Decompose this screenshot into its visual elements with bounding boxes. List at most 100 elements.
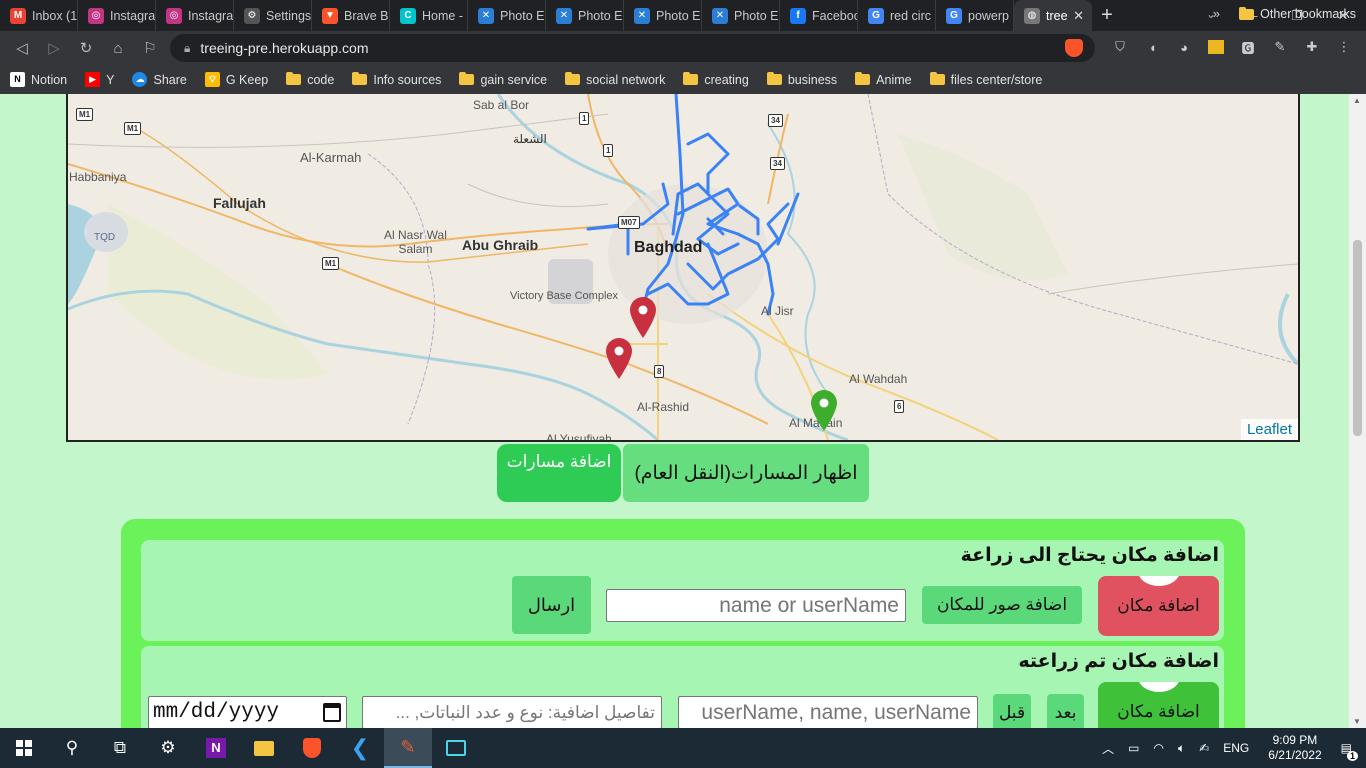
home-icon[interactable]: ⌂ <box>102 32 134 64</box>
tab-11[interactable]: Gred circ <box>858 0 936 31</box>
other-bookmarks[interactable]: Other bookmarks <box>1239 6 1356 21</box>
places-panel: اضافة مكان يحتاج الى زراعة اضافة مكان اض… <box>121 519 1245 728</box>
bookmark-3[interactable]: 💡︎ G Keep <box>204 72 268 87</box>
map-label-al-yousifiyah: Al Yusufiyah <box>546 432 612 442</box>
reload-icon[interactable]: ↻ <box>70 32 102 64</box>
search-icon[interactable]: ⚲ <box>48 728 96 768</box>
file-explorer-icon[interactable] <box>240 728 288 768</box>
map-label-habbaniya: Habbaniya <box>69 170 127 184</box>
forward-icon[interactable]: ▷ <box>38 32 70 64</box>
bookmark-8[interactable]: creating <box>683 72 749 87</box>
bookmark-11[interactable]: files center/store <box>929 72 1043 87</box>
task-view-icon[interactable]: ⧉ <box>96 728 144 768</box>
tab-6[interactable]: ✕ Photo E <box>468 0 546 31</box>
keep-icon: 💡︎ <box>204 72 220 87</box>
bookmark-6[interactable]: gain service <box>459 72 547 87</box>
brave-shields-icon[interactable] <box>1065 39 1083 57</box>
bookmark-2[interactable]: ☁ Share <box>132 72 187 87</box>
brave-browser-icon[interactable] <box>288 728 336 768</box>
show-public-transport-routes-button[interactable]: اظهار المسارات(النقل العام) <box>623 444 869 502</box>
bookmark-1[interactable]: ▶ Y <box>85 72 114 87</box>
scroll-up-icon[interactable]: ▲ <box>1353 96 1361 105</box>
new-tab-button[interactable]: + <box>1092 0 1122 31</box>
back-icon[interactable]: ◁ <box>6 32 38 64</box>
tab-10[interactable]: f Faceboo <box>780 0 858 31</box>
bookmark-label: files center/store <box>950 72 1043 87</box>
add-planted-place-button[interactable]: اضافة مكان <box>1098 682 1219 728</box>
tab-title: Instagra <box>110 8 155 23</box>
vpn-extension-icon[interactable]: ⛉ <box>1110 37 1130 57</box>
notion-icon: N <box>10 72 25 87</box>
green-map-marker-icon[interactable] <box>810 390 838 432</box>
extra-details-input[interactable]: تفاصيل اضافية: نوع و عدد النباتات, ... <box>362 696 662 728</box>
bookmark-10[interactable]: Anime <box>855 72 912 87</box>
bookmark-4[interactable]: code <box>286 72 335 87</box>
tab-9[interactable]: ✕ Photo E <box>702 0 780 31</box>
windows-start-icon[interactable] <box>0 728 48 768</box>
close-tab-icon[interactable]: ✕ <box>1073 8 1084 24</box>
extension-icon[interactable] <box>1206 37 1226 57</box>
app-icon-active[interactable]: ✎ <box>384 728 432 768</box>
planting-date-input[interactable]: mm/dd/yyyy <box>148 696 347 728</box>
extension-icon[interactable]: ✎ <box>1270 37 1290 57</box>
clock[interactable]: 9:09 PM 6/21/2022 <box>1268 733 1321 763</box>
tab-1[interactable]: ◎ Instagra <box>78 0 156 31</box>
extension-icon[interactable]: ◕ <box>1174 37 1194 57</box>
notification-center-icon[interactable]: ▤ 1 <box>1341 741 1358 761</box>
tab-7[interactable]: ✕ Photo E <box>546 0 624 31</box>
send-button[interactable]: ارسال <box>512 576 591 634</box>
bookmark-0[interactable]: N Notion <box>10 72 67 87</box>
pen-icon[interactable]: ✍ <box>1199 741 1209 755</box>
screen-share-icon[interactable] <box>432 728 480 768</box>
leaflet-attribution-link[interactable]: Leaflet <box>1240 419 1298 440</box>
map-label-baghdad: Baghdad <box>634 239 703 256</box>
translate-icon[interactable]: 🅶︎ <box>1238 37 1258 57</box>
address-bar[interactable]: 🔒︎ treeing-pre.herokuapp.com <box>170 34 1095 62</box>
settings-gear-icon[interactable]: ⚙ <box>144 728 192 768</box>
page-scrollbar[interactable]: ▲ ▼ <box>1349 94 1366 728</box>
tab-13[interactable]: ◍ tree ✕ <box>1014 0 1092 31</box>
tab-4[interactable]: ▼ Brave B <box>312 0 390 31</box>
needs-planting-card: اضافة مكان يحتاج الى زراعة اضافة مكان اض… <box>141 540 1224 641</box>
scrollbar-thumb[interactable] <box>1353 240 1362 436</box>
bookmark-7[interactable]: social network <box>565 72 665 87</box>
road-shield: 1 <box>603 144 614 157</box>
bookmark-label: code <box>307 72 335 87</box>
red-map-marker-icon[interactable] <box>629 297 657 339</box>
add-routes-button[interactable]: اضافة مسارات <box>497 444 621 502</box>
before-photo-button[interactable]: قبل <box>993 694 1031 728</box>
wifi-icon[interactable]: ◠ <box>1154 741 1164 755</box>
leaflet-map[interactable]: Sab al Bor الشعلة Al-Karmah Habbaniya Fa… <box>66 94 1300 442</box>
name-or-username-input[interactable]: name or userName <box>606 589 906 622</box>
tab-title: Photo E <box>500 8 545 23</box>
tab-0[interactable]: M Inbox (1 <box>0 0 78 31</box>
input-language[interactable]: ENG <box>1223 741 1249 755</box>
tab-5[interactable]: C Home - <box>390 0 468 31</box>
red-map-marker-icon[interactable] <box>605 338 633 380</box>
vscode-icon[interactable]: ❮ <box>336 728 384 768</box>
battery-icon[interactable]: ▭ <box>1128 741 1139 755</box>
bookmark-9[interactable]: business <box>766 72 837 87</box>
menu-icon[interactable]: ⋮ <box>1334 37 1354 57</box>
more-bookmarks-icon[interactable]: » <box>1213 6 1220 21</box>
usernames-input[interactable]: userName, name, userName <box>678 696 978 728</box>
show-hidden-icons-icon[interactable]: ︿ <box>1102 740 1114 757</box>
tab-3[interactable]: ⚙ Settings <box>234 0 312 31</box>
bookmark-icon[interactable]: ⚐ <box>134 32 166 64</box>
after-photo-button[interactable]: بعد <box>1047 694 1084 728</box>
folder-icon <box>683 72 699 85</box>
add-place-needs-planting-button[interactable]: اضافة مكان <box>1098 576 1219 636</box>
volume-icon[interactable]: 🔈︎ <box>1178 741 1185 756</box>
extension-icon[interactable]: ◐ <box>1144 37 1164 57</box>
extensions-puzzle-icon[interactable]: ✚ <box>1302 37 1322 57</box>
add-place-photos-button[interactable]: اضافة صور للمكان <box>922 586 1082 624</box>
scroll-down-icon[interactable]: ▼ <box>1353 717 1361 726</box>
tab-2[interactable]: ◎ Instagra <box>156 0 234 31</box>
map-label-shula: الشعلة <box>513 132 547 146</box>
bookmark-5[interactable]: Info sources <box>352 72 441 87</box>
folder-icon <box>286 72 302 85</box>
onenote-icon[interactable]: N <box>192 728 240 768</box>
tab-12[interactable]: Gpowerp <box>936 0 1014 31</box>
tab-8[interactable]: ✕ Photo E <box>624 0 702 31</box>
calendar-icon[interactable] <box>323 703 341 722</box>
